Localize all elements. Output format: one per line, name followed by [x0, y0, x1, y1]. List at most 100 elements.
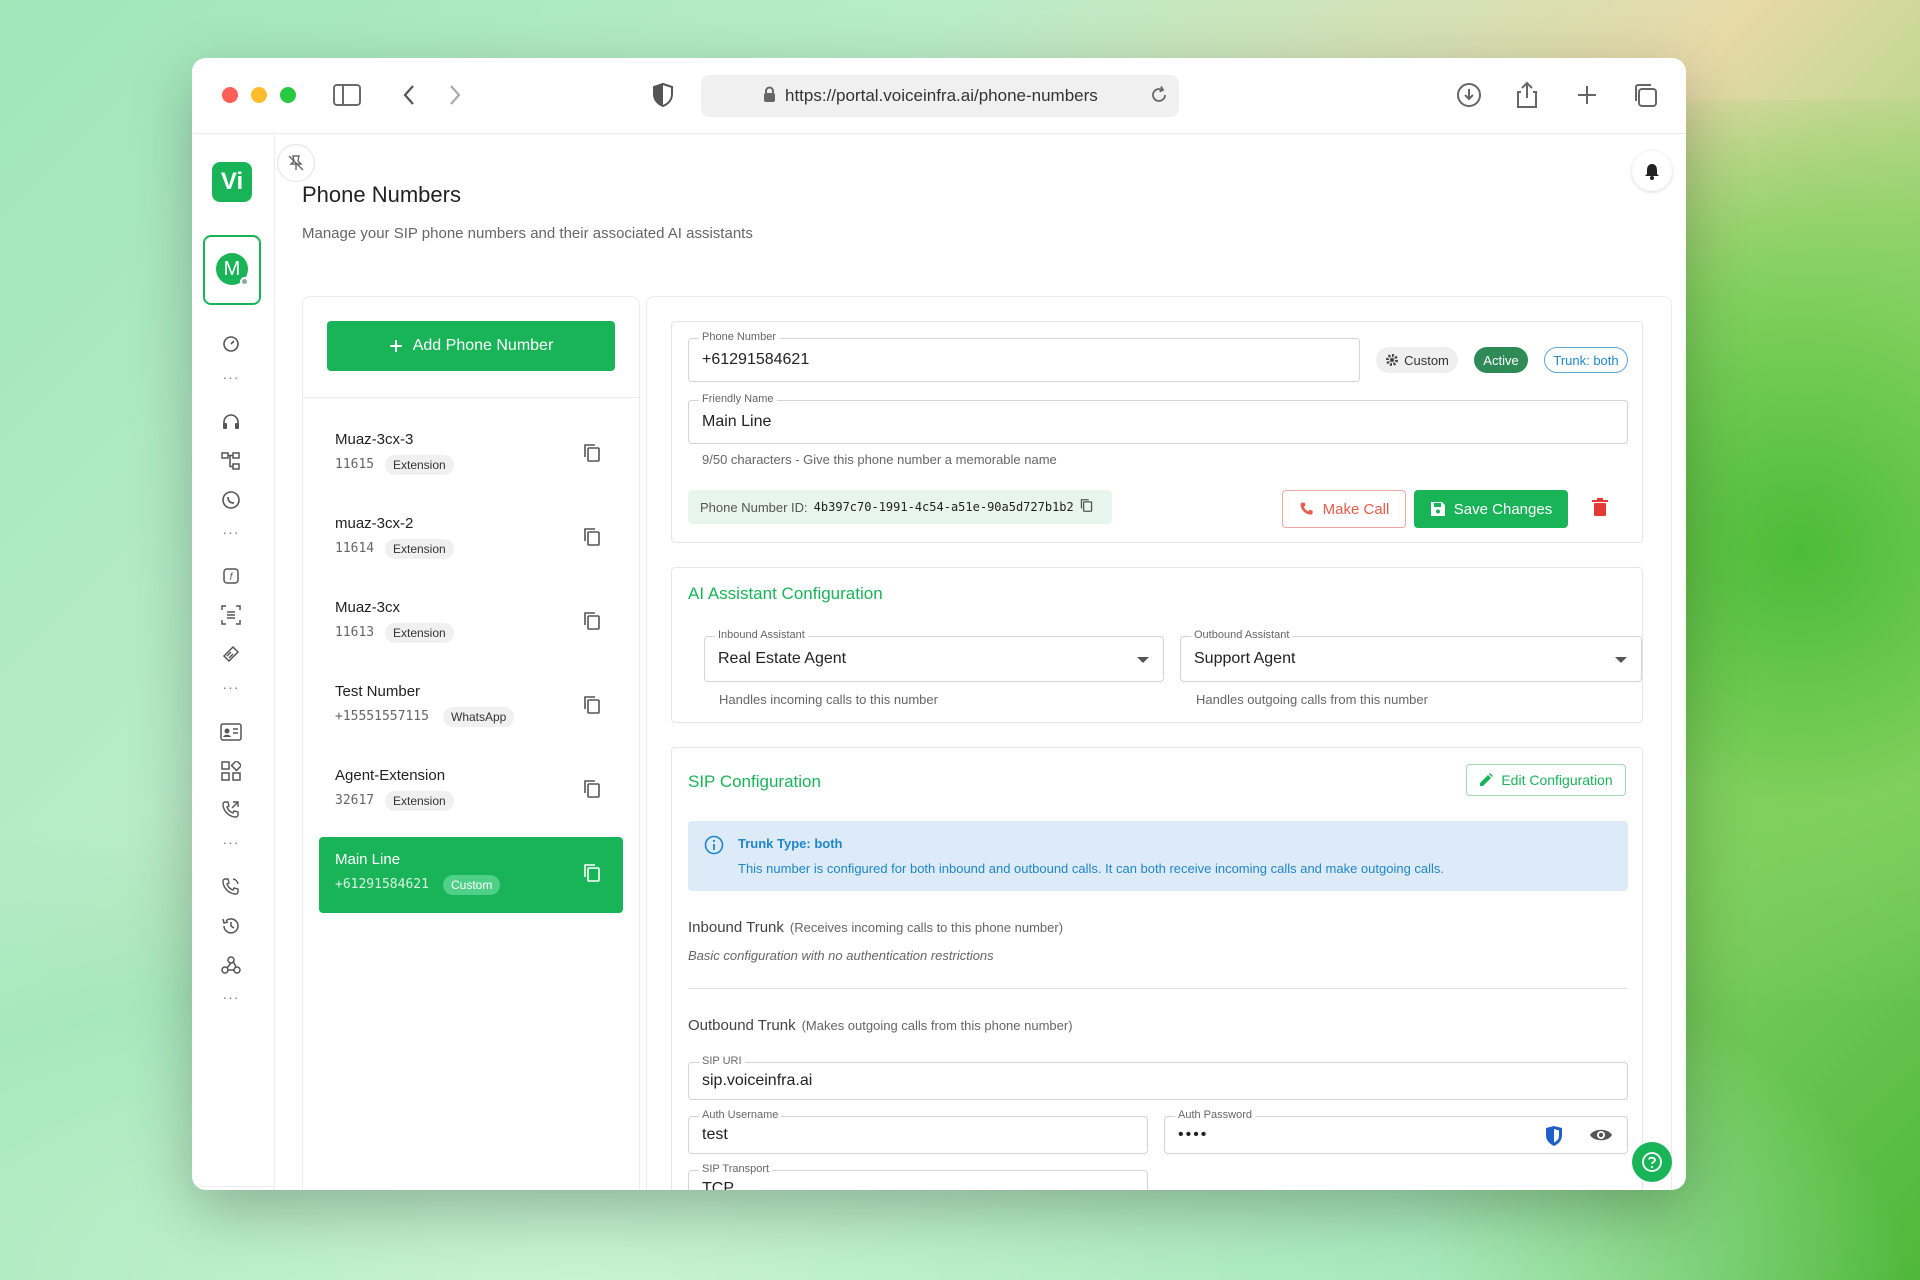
phone-number-card: Phone Number +61291584621 Custom Active … [671, 321, 1643, 543]
sip-uri-value: sip.voiceinfra.ai [702, 1072, 813, 1089]
phone-number-label: Phone Number [699, 331, 779, 343]
sip-transport-label: SIP Transport [699, 1163, 773, 1175]
sidebar-toggle-icon[interactable] [332, 80, 362, 110]
browser-toolbar: https://portal.voiceinfra.ai/phone-numbe… [192, 58, 1686, 134]
friendly-name-value: Main Line [702, 413, 772, 430]
apps-icon[interactable] [219, 759, 243, 783]
sip-transport-field[interactable]: SIP Transport TCP [688, 1163, 1148, 1190]
copy-icon[interactable] [583, 863, 601, 888]
active-status-badge: Active [1474, 347, 1528, 373]
type-badge: Extension [385, 455, 454, 475]
page-subtitle: Manage your SIP phone numbers and their … [302, 225, 753, 242]
list-item[interactable]: Test Number +15551557115 WhatsApp [319, 669, 623, 745]
outbound-assistant-select[interactable]: Outbound Assistant Support Agent [1180, 629, 1642, 682]
minimize-window-button[interactable] [251, 87, 267, 103]
scan-document-icon[interactable] [219, 603, 243, 627]
history-icon[interactable] [219, 914, 243, 938]
add-phone-number-label: Add Phone Number [412, 337, 554, 354]
copy-icon[interactable] [583, 695, 601, 720]
help-button[interactable] [1632, 1142, 1672, 1182]
phone-number-field[interactable]: Phone Number +61291584621 [688, 331, 1360, 382]
trunk-type-info-text: This number is configured for both inbou… [738, 861, 1445, 876]
list-item[interactable]: Muaz-3cx-3 11615 Extension [319, 417, 623, 493]
webhook-icon[interactable] [219, 953, 243, 977]
custom-chip-label: Custom [1404, 352, 1449, 368]
gear-icon [1386, 354, 1399, 366]
inbound-trunk-hint: (Receives incoming calls to this phone n… [789, 920, 1064, 935]
friendly-name-field[interactable]: Friendly Name Main Line [688, 393, 1628, 444]
list-item-name: Main Line [335, 851, 401, 868]
type-badge: Extension [385, 791, 454, 811]
outbound-assistant-help: Handles outgoing calls from this number [1196, 692, 1428, 707]
sip-transport-value: TCP [702, 1180, 734, 1190]
auth-password-field[interactable]: Auth Password •••• [1164, 1109, 1628, 1154]
copy-icon[interactable] [583, 527, 601, 552]
zoom-window-button[interactable] [280, 87, 296, 103]
dashboard-icon[interactable] [219, 332, 243, 356]
list-item[interactable]: muaz-3cx-2 11614 Extension [319, 501, 623, 577]
back-icon[interactable] [394, 80, 424, 110]
share-icon[interactable] [1512, 80, 1542, 110]
new-tab-icon[interactable] [1572, 80, 1602, 110]
shield-icon[interactable] [648, 80, 678, 110]
nav-separator: ··· [222, 524, 240, 540]
phone-number-id: Phone Number ID: 4b397c70-1991-4c54-a51e… [688, 490, 1112, 524]
sip-uri-field[interactable]: SIP URI sip.voiceinfra.ai [688, 1055, 1628, 1100]
pin-off-icon[interactable] [277, 144, 315, 182]
lock-icon [763, 86, 776, 108]
type-badge: Custom [443, 875, 501, 895]
call-transfer-icon[interactable] [219, 798, 243, 822]
list-item[interactable]: Agent-Extension 32617 Extension [319, 753, 623, 829]
notifications-bell-icon[interactable] [1632, 151, 1672, 191]
list-item-selected[interactable]: Main Line +61291584621 Custom [319, 837, 623, 913]
contact-card-icon[interactable] [219, 720, 243, 744]
copy-icon[interactable] [583, 611, 601, 636]
make-call-button[interactable]: Make Call [1282, 490, 1406, 528]
tab-overview-icon[interactable] [1630, 80, 1660, 110]
inbound-trunk-title: Inbound Trunk (Receives incoming calls to… [688, 919, 1063, 936]
eye-icon[interactable] [1589, 1127, 1613, 1148]
password-manager-icon[interactable] [1545, 1125, 1563, 1152]
type-badge: WhatsApp [443, 707, 515, 727]
reload-icon[interactable] [1149, 85, 1169, 110]
function-icon[interactable]: f [219, 564, 243, 588]
edit-configuration-button[interactable]: Edit Configuration [1466, 764, 1626, 796]
forward-icon[interactable] [440, 80, 470, 110]
inbound-assistant-select[interactable]: Inbound Assistant Real Estate Agent [704, 629, 1164, 682]
headset-icon[interactable] [219, 410, 243, 434]
add-phone-number-button[interactable]: Add Phone Number [327, 321, 615, 371]
close-window-button[interactable] [222, 87, 238, 103]
nav-separator: ··· [222, 834, 240, 850]
app-logo[interactable]: Vi [212, 162, 252, 202]
list-item-name: Muaz-3cx [335, 599, 401, 616]
download-icon[interactable] [1454, 80, 1484, 110]
inbound-assistant-value: Real Estate Agent [718, 650, 847, 667]
friendly-name-label: Friendly Name [699, 393, 777, 405]
save-changes-button[interactable]: Save Changes [1414, 490, 1568, 528]
edit-configuration-label: Edit Configuration [1501, 772, 1613, 788]
copy-icon[interactable] [583, 779, 601, 804]
list-item-name: muaz-3cx-2 [335, 515, 414, 532]
pencil-icon [1480, 773, 1494, 786]
make-call-label: Make Call [1322, 500, 1390, 518]
address-bar[interactable]: https://portal.voiceinfra.ai/phone-numbe… [701, 75, 1179, 117]
help-icon [1642, 1152, 1662, 1172]
workflow-icon[interactable] [219, 449, 243, 473]
copy-icon[interactable] [583, 443, 601, 468]
trunk-type-info: Trunk Type: both This number is configur… [688, 821, 1628, 891]
organization-switcher[interactable]: M [203, 235, 261, 305]
outbound-trunk-hint: (Makes outgoing calls from this phone nu… [801, 1018, 1073, 1033]
copy-id-icon[interactable] [1080, 498, 1093, 516]
auth-password-label: Auth Password [1175, 1109, 1255, 1121]
phone-number-value: +61291584621 [702, 351, 810, 368]
delete-icon[interactable] [1592, 498, 1608, 521]
phone-icon[interactable] [219, 875, 243, 899]
phone-call-icon [1300, 502, 1313, 515]
auth-username-field[interactable]: Auth Username test [688, 1109, 1148, 1154]
type-badge: Extension [385, 623, 454, 643]
whatsapp-icon[interactable] [219, 488, 243, 512]
outbound-trunk-label: Outbound Trunk [688, 1017, 796, 1034]
list-item[interactable]: Muaz-3cx 11613 Extension [319, 585, 623, 661]
tools-icon[interactable] [219, 642, 243, 666]
chevron-down-icon [1615, 657, 1627, 663]
